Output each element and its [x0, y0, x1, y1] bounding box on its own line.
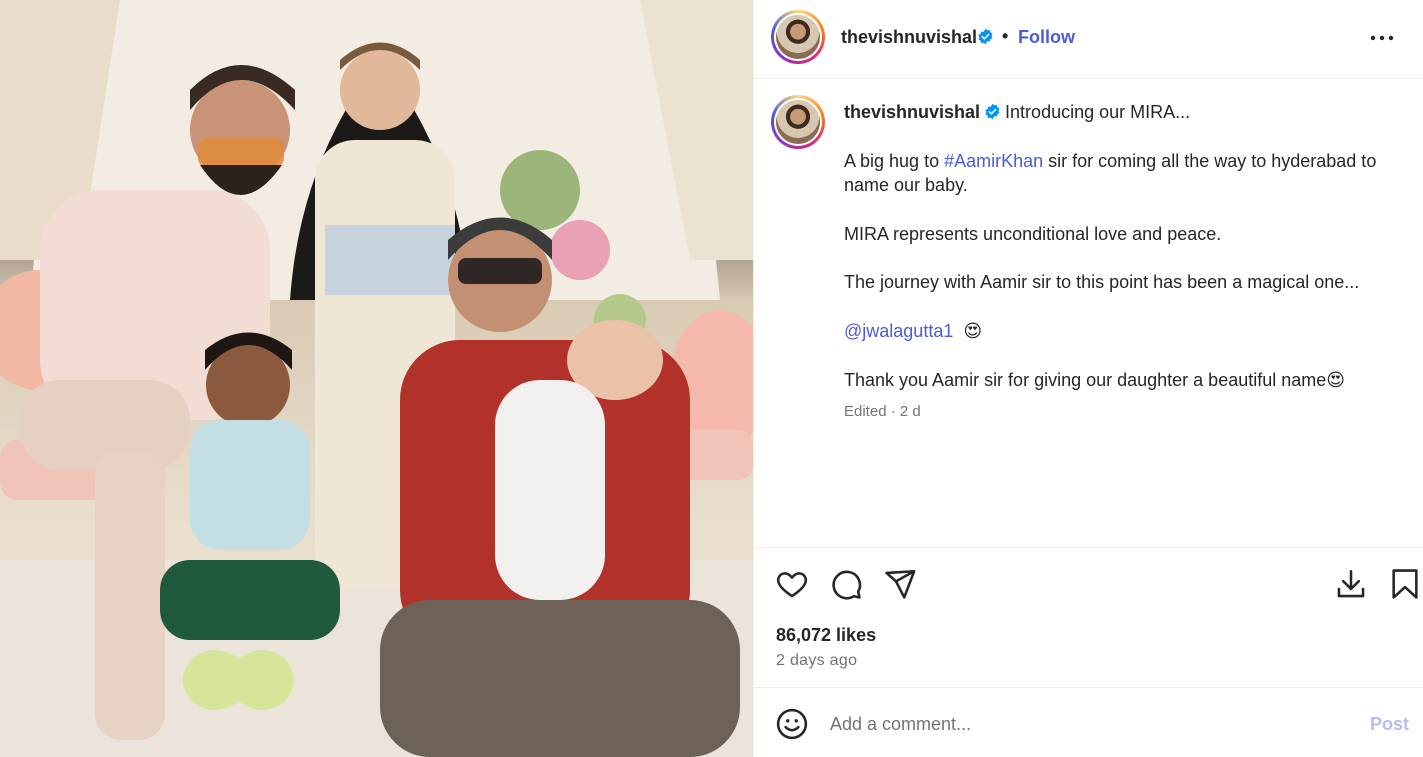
send-icon[interactable]	[883, 567, 917, 601]
comment-input[interactable]	[830, 710, 1350, 738]
caption-paragraph-1: A big hug to #AamirKhan sir for coming a…	[844, 149, 1404, 197]
caption-mention-line: @jwalagutta1 😍	[844, 319, 1404, 343]
mention-link[interactable]: @jwalagutta1	[844, 321, 953, 341]
smiley-icon[interactable]	[775, 707, 809, 741]
caption-paragraph-3: The journey with Aamir sir to this point…	[844, 272, 1360, 292]
author-avatar[interactable]	[771, 10, 825, 64]
avatar-image	[776, 100, 820, 144]
hashtag-link[interactable]: #AamirKhan	[944, 151, 1043, 171]
likes-count[interactable]: 86,072 likes	[776, 625, 876, 646]
caption-paragraph-4: Thank you Aamir sir for giving our daugh…	[844, 368, 1404, 392]
avatar-image	[776, 15, 820, 59]
caption-paragraph-2: MIRA represents unconditional love and p…	[844, 224, 1222, 244]
bookmark-icon[interactable]	[1388, 567, 1422, 601]
caption-avatar[interactable]	[771, 95, 825, 149]
post-photo-illustration	[0, 0, 753, 757]
heart-icon[interactable]	[775, 567, 809, 601]
caption-first-line: thevishnuvishal Introducing our MIRA...	[844, 100, 1404, 124]
verified-badge-icon	[978, 28, 993, 45]
post-detail-panel: thevishnuvishal • Follow thevishnuvishal…	[753, 0, 1423, 757]
caption-username[interactable]: thevishnuvishal	[844, 102, 980, 122]
header-separator: •	[1002, 26, 1009, 46]
post-header: thevishnuvishal • Follow	[754, 0, 1423, 79]
post-photo[interactable]	[0, 0, 753, 757]
heart-eyes-emoji: 😍	[1326, 370, 1346, 390]
comment-icon[interactable]	[829, 567, 863, 601]
author-username[interactable]: thevishnuvishal	[841, 27, 977, 48]
comment-bar: Post	[754, 687, 1423, 757]
caption-area: thevishnuvishal Introducing our MIRA... …	[754, 80, 1423, 547]
caption-intro: Introducing our MIRA...	[1005, 102, 1191, 122]
caption-text: A big hug to	[844, 151, 945, 171]
post-actions: 86,072 likes 2 days ago	[754, 547, 1423, 687]
post-timestamp[interactable]: 2 days ago	[776, 652, 857, 670]
heart-eyes-emoji: 😍	[963, 321, 983, 341]
caption-meta: Edited · 2 d	[844, 403, 921, 420]
verified-badge-icon	[985, 103, 1000, 120]
follow-button[interactable]: Follow	[1018, 27, 1075, 48]
post-comment-button[interactable]: Post	[1370, 714, 1409, 735]
caption-text: Thank you Aamir sir for giving our daugh…	[844, 370, 1327, 390]
more-options-icon[interactable]	[1368, 25, 1396, 51]
download-icon[interactable]	[1334, 567, 1368, 601]
